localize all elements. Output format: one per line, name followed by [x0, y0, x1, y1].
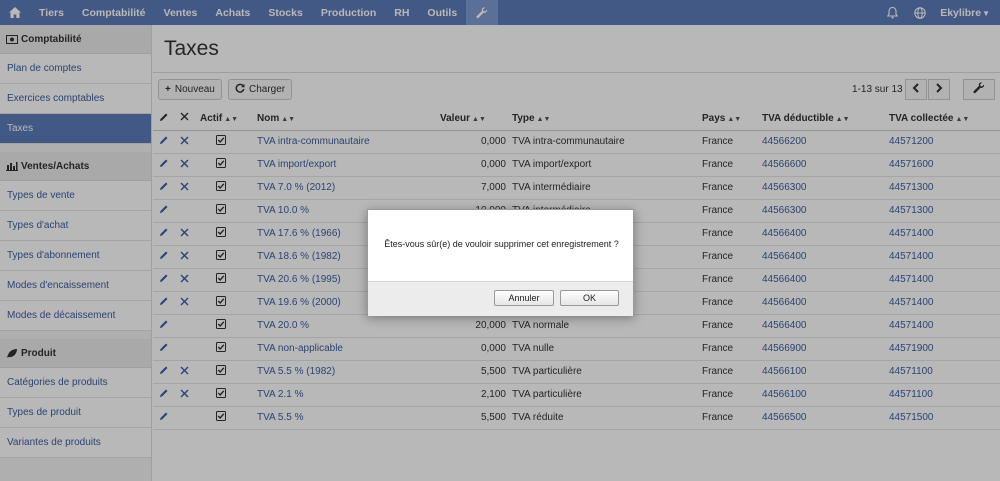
confirm-delete-dialog: Êtes-vous sûr(e) de vouloir supprimer ce…: [367, 209, 634, 316]
dialog-footer: Annuler OK: [368, 281, 633, 316]
dialog-message: Êtes-vous sûr(e) de vouloir supprimer ce…: [384, 239, 619, 249]
ok-button[interactable]: OK: [560, 290, 619, 306]
cancel-button[interactable]: Annuler: [494, 290, 554, 306]
